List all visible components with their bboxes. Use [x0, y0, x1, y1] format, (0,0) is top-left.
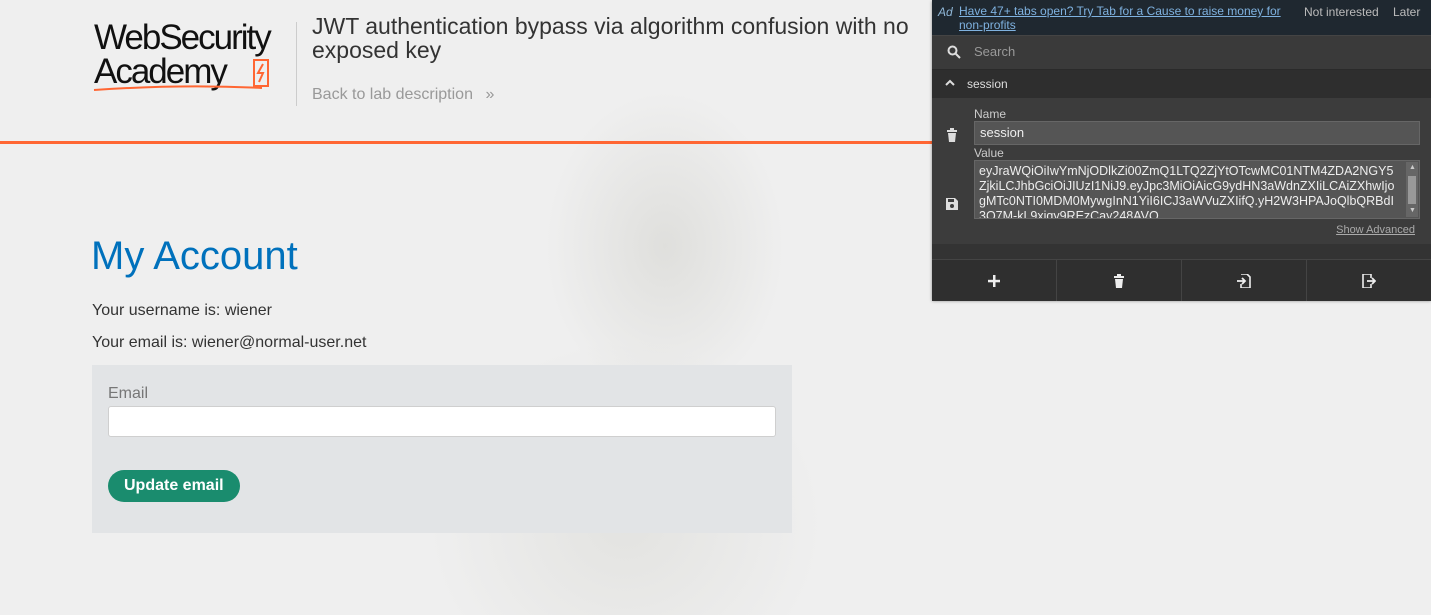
scroll-thumb[interactable]	[1408, 176, 1416, 204]
email-text: Your email is: wiener@normal-user.net	[92, 334, 367, 351]
save-icon[interactable]	[946, 198, 958, 210]
cookie-header-label: session	[967, 77, 1008, 91]
cookie-header-session[interactable]: session	[932, 70, 1431, 98]
search-icon	[947, 45, 961, 59]
scroll-up-arrow-icon[interactable]: ▲	[1409, 164, 1416, 171]
cookie-details: Name session Value eyJraWQiOiIwYmNjODlkZ…	[932, 98, 1431, 244]
trash-icon[interactable]	[946, 128, 958, 142]
username-text: Your username is: wiener	[92, 302, 272, 319]
logo-bolt-icon	[253, 59, 269, 87]
double-chevron-right-icon: »	[485, 86, 495, 103]
show-advanced-link[interactable]: Show Advanced	[1336, 224, 1415, 236]
value-scrollbar[interactable]: ▲ ▼	[1406, 162, 1418, 217]
lab-title-line2: exposed key	[312, 37, 442, 63]
email-label: Email	[108, 385, 149, 402]
search-input[interactable]: Search	[974, 42, 1414, 62]
back-to-lab-link[interactable]: Back to lab description »	[312, 86, 494, 104]
delete-all-button[interactable]	[1057, 260, 1182, 301]
import-button[interactable]	[1182, 260, 1307, 301]
header-divider	[296, 22, 297, 106]
lab-title: JWT authentication bypass via algorithm …	[312, 14, 952, 62]
page-title: My Account	[91, 234, 298, 278]
trash-icon	[1114, 273, 1124, 288]
not-interested-button[interactable]: Not interested	[1304, 5, 1379, 19]
web-security-academy-logo[interactable]: WebSecurity Academy	[92, 18, 292, 92]
cookie-name-input[interactable]: session	[974, 121, 1420, 145]
plus-icon	[988, 274, 1000, 287]
update-email-button[interactable]: Update email	[108, 470, 240, 502]
search-bar: Search	[932, 36, 1431, 70]
export-button[interactable]	[1307, 260, 1431, 301]
cookie-name-label: Name	[974, 107, 1007, 121]
logo-swoosh-icon	[93, 85, 263, 91]
ad-tag: Ad	[938, 5, 953, 19]
chevron-up-icon	[945, 79, 955, 86]
cookie-editor-panel: Ad Have 47+ tabs open? Try Tab for a Cau…	[932, 0, 1431, 301]
import-icon	[1237, 273, 1251, 288]
cookie-value-label: Value	[974, 146, 1004, 160]
export-icon	[1362, 273, 1376, 288]
scroll-down-arrow-icon[interactable]: ▼	[1409, 207, 1416, 214]
add-cookie-button[interactable]	[932, 260, 1057, 301]
cookie-value-text: eyJraWQiOiIwYmNjODlkZi00ZmQ1LTQ2ZjYtOTcw…	[979, 164, 1395, 219]
email-input[interactable]	[108, 406, 776, 437]
back-link-text: Back to lab description	[312, 86, 473, 103]
cookie-toolbar	[932, 259, 1431, 301]
ad-bar: Ad Have 47+ tabs open? Try Tab for a Cau…	[932, 0, 1431, 36]
ad-link[interactable]: Have 47+ tabs open? Try Tab for a Cause …	[959, 4, 1289, 32]
cookie-value-textarea[interactable]: eyJraWQiOiIwYmNjODlkZi00ZmQ1LTQ2ZjYtOTcw…	[974, 160, 1420, 219]
later-button[interactable]: Later	[1393, 5, 1420, 19]
change-email-form: Email Update email	[92, 365, 792, 533]
lab-title-line1: JWT authentication bypass via algorithm …	[312, 13, 909, 39]
